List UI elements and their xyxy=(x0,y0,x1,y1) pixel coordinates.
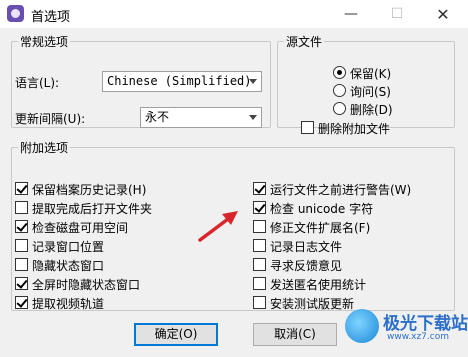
window-title: 首选项 xyxy=(31,10,71,25)
language-select[interactable]: Chinese (Simplified) xyxy=(102,71,262,92)
additional-left-label-1: 提取完成后打开文件夹 xyxy=(32,202,153,216)
additional-right-checkbox-3[interactable] xyxy=(253,239,266,252)
radio-keep[interactable] xyxy=(333,66,346,79)
update-interval-label: 更新间隔(U): xyxy=(15,112,86,126)
maximize-button[interactable]: ☐ xyxy=(374,0,420,28)
source-files-group: 源文件 保留(K) 询问(S) 删除(D) 删除附加文件 xyxy=(277,33,455,136)
general-options-legend: 常规选项 xyxy=(20,35,69,49)
ok-button[interactable]: 确定(O) xyxy=(134,323,218,346)
app-icon xyxy=(7,5,24,22)
close-button[interactable]: ✕ xyxy=(420,0,466,28)
additional-right-label-5: 发送匿名使用统计 xyxy=(270,278,367,292)
radio-ask[interactable] xyxy=(333,84,346,97)
additional-right-checkbox-1[interactable] xyxy=(253,201,266,214)
additional-left-label-3: 记录窗口位置 xyxy=(32,240,105,254)
language-label: 语言(L): xyxy=(15,76,60,90)
additional-right-label-0: 运行文件之前进行警告(W) xyxy=(270,183,412,197)
radio-ask-label: 询问(S) xyxy=(350,85,391,99)
additional-right-label-2: 修正文件扩展名(F) xyxy=(270,221,371,235)
delete-extra-files-label: 删除附加文件 xyxy=(318,122,391,136)
source-files-legend: 源文件 xyxy=(286,35,323,49)
additional-left-label-6: 提取视频轨道 xyxy=(32,297,105,311)
watermark-name: 极光下载站 xyxy=(383,314,468,334)
chevron-down-icon xyxy=(249,115,257,120)
additional-options-group: 附加选项 保留档案历史记录(H) 提取完成后打开文件夹 检查磁盘可用空间 记录窗口位置… xyxy=(11,139,455,311)
additional-left-checkbox-0[interactable] xyxy=(15,182,28,195)
additional-left-label-5: 全屏时隐藏状态窗口 xyxy=(32,278,141,292)
additional-right-label-6: 安装测试版更新 xyxy=(270,297,355,311)
watermark-url: www.xz7.com xyxy=(387,332,449,342)
additional-left-checkbox-6[interactable] xyxy=(15,296,28,309)
minimize-button[interactable]: — xyxy=(328,0,374,28)
chevron-down-icon xyxy=(249,79,257,84)
general-options-group: 常规选项 语言(L): Chinese (Simplified) 更新间隔(U)… xyxy=(11,33,271,128)
additional-right-label-4: 寻求反馈意见 xyxy=(270,259,343,273)
additional-right-checkbox-2[interactable] xyxy=(253,220,266,233)
watermark-logo-icon xyxy=(345,309,379,343)
radio-delete-label: 删除(D) xyxy=(350,103,393,117)
language-select-value: Chinese (Simplified) xyxy=(107,74,252,88)
additional-right-checkbox-6[interactable] xyxy=(253,296,266,309)
delete-extra-files-checkbox[interactable] xyxy=(301,121,314,134)
additional-left-checkbox-1[interactable] xyxy=(15,201,28,214)
additional-right-checkbox-0[interactable] xyxy=(253,182,266,195)
additional-left-label-2: 检查磁盘可用空间 xyxy=(32,221,129,235)
additional-right-checkbox-5[interactable] xyxy=(253,277,266,290)
additional-right-label-3: 记录日志文件 xyxy=(270,240,343,254)
radio-delete[interactable] xyxy=(333,102,346,115)
additional-right-checkbox-4[interactable] xyxy=(253,258,266,271)
update-interval-value: 永不 xyxy=(145,110,170,124)
additional-left-checkbox-4[interactable] xyxy=(15,258,28,271)
additional-options-legend: 附加选项 xyxy=(20,141,69,155)
additional-left-checkbox-5[interactable] xyxy=(15,277,28,290)
watermark: 极光下载站 www.xz7.com xyxy=(345,305,468,351)
radio-keep-label: 保留(K) xyxy=(350,67,392,81)
additional-right-label-1: 检查 unicode 字符 xyxy=(270,202,374,216)
additional-left-label-0: 保留档案历史记录(H) xyxy=(32,183,147,197)
additional-left-label-4: 隐藏状态窗口 xyxy=(32,259,105,273)
additional-left-checkbox-3[interactable] xyxy=(15,239,28,252)
update-interval-select[interactable]: 永不 xyxy=(140,107,262,128)
additional-left-checkbox-2[interactable] xyxy=(15,220,28,233)
cancel-button[interactable]: 取消(C) xyxy=(253,323,337,346)
title-bar: 首选项 — ☐ ✕ xyxy=(0,0,468,28)
